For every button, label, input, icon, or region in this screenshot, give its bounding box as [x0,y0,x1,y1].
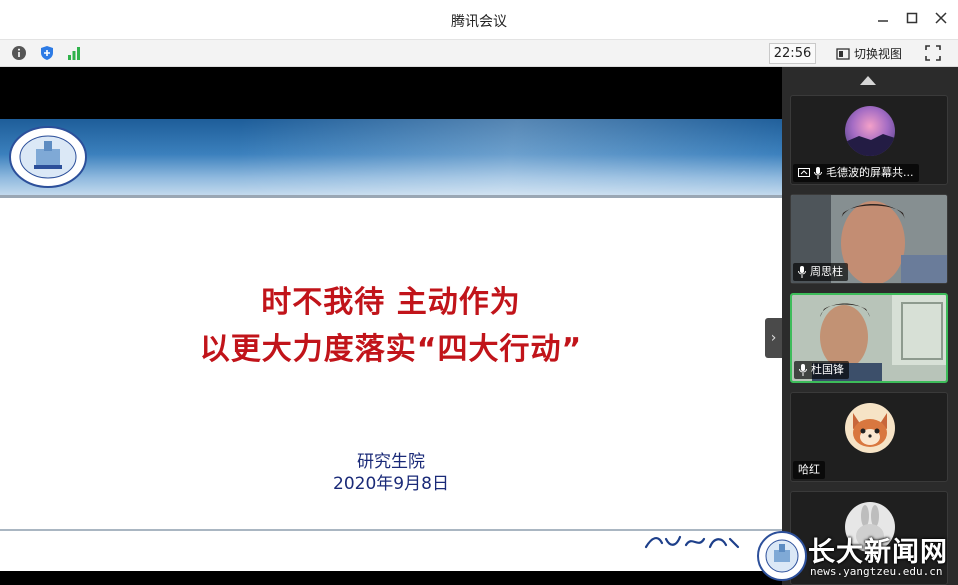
fullscreen-icon[interactable] [925,45,941,61]
slide-header-banner [0,119,782,197]
participant-label: 周思柱 [793,263,848,281]
slide-date: 2020年9月8日 [333,474,449,494]
participant-tile-avatar[interactable]: 哈红 [790,392,948,482]
avatar [845,403,895,453]
screen-share-icon [798,168,810,177]
participant-label: 毛德波的屏幕共... [793,164,919,182]
university-seal-logo [9,126,87,188]
participant-tile-active-speaker[interactable]: 杜国锋 [790,293,948,383]
microphone-icon [799,364,807,376]
switch-view-button[interactable]: 切换视图 [836,44,902,63]
slide-title-line-2: 以更大力度落实“四大行动” [199,332,583,367]
chevron-right-icon: › [770,330,777,346]
university-seal-watermark [757,531,807,581]
participant-name: 周思柱 [810,265,843,278]
participant-tile-screen-share[interactable]: 毛德波的屏幕共... [790,95,948,185]
title-bar: 腾讯会议 [0,0,958,40]
meeting-toolbar: 22:56 切换视图 [0,40,958,67]
presentation-slide: 时不我待 主动作为 以更大力度落实“四大行动” 研究生院 2020年9月8日 [0,119,782,571]
minimize-icon [878,20,888,22]
participant-name: 哈红 [798,463,820,476]
participant-label: 哈红 [793,461,825,479]
security-shield-icon[interactable] [39,45,55,61]
meeting-timer: 22:56 [769,43,816,64]
participant-label: 杜国锋 [794,361,849,379]
switch-view-icon [836,47,850,60]
close-icon [935,12,947,24]
calligraphy-signature-image [644,535,740,549]
news-site-url: news.yangtzeu.edu.cn [810,565,943,578]
maximize-icon [906,12,918,24]
scroll-up-arrow-icon[interactable] [860,76,876,85]
news-site-brand: 长大新闻网 [808,537,948,568]
minimize-button[interactable] [873,10,893,30]
maximize-button[interactable] [902,10,922,30]
slide-title-line-1: 时不我待 主动作为 [261,285,521,320]
switch-view-label: 切换视图 [854,47,903,61]
microphone-icon [814,167,822,179]
shared-screen-area: 时不我待 主动作为 以更大力度落实“四大行动” 研究生院 2020年9月8日 [0,67,782,585]
info-icon[interactable] [11,45,27,61]
collapse-sidebar-button[interactable]: › [765,318,782,358]
window-title: 腾讯会议 [451,14,507,30]
participant-name: 毛德波的屏幕共... [826,166,914,179]
participant-name: 杜国锋 [811,363,844,376]
avatar [845,106,895,156]
fox-avatar-icon [853,413,887,447]
close-button[interactable] [931,10,951,30]
microphone-icon [798,266,806,278]
participant-tile-video[interactable]: 周思柱 [790,194,948,284]
signal-strength-icon[interactable] [66,45,82,61]
